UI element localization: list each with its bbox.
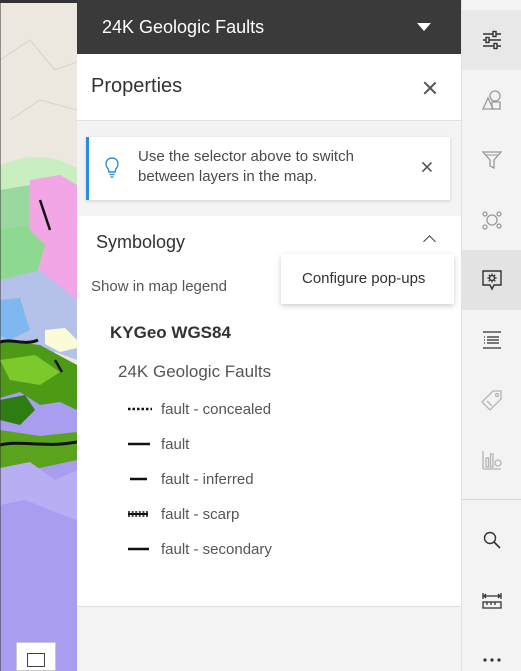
legend-item-label: fault - scarp xyxy=(161,506,240,523)
sliders-icon xyxy=(483,30,501,50)
dismiss-notice-button[interactable] xyxy=(421,161,434,174)
layer-properties-panel: 24K Geologic Faults Properties Use the s… xyxy=(77,0,461,671)
solid-line-icon xyxy=(128,442,150,446)
service-name: KYGeo WGS84 xyxy=(110,323,231,342)
legend-item: fault xyxy=(127,435,427,455)
panel-footer xyxy=(77,606,461,671)
cluster-icon xyxy=(482,211,502,230)
lightbulb-icon xyxy=(105,157,119,178)
charts-tool-button[interactable] xyxy=(462,430,521,490)
properties-header: Properties xyxy=(77,54,461,121)
symbology-title: Symbology xyxy=(96,232,186,252)
chart-gear-icon xyxy=(482,451,502,470)
shapes-icon xyxy=(481,90,501,110)
labels-tool-button[interactable] xyxy=(462,370,521,430)
legend-item: fault - concealed xyxy=(127,400,427,420)
legend-item-label: fault xyxy=(161,436,190,453)
solid-line-icon xyxy=(130,477,147,481)
measure-icon xyxy=(482,593,502,609)
notice-message: Use the selector above to switch between… xyxy=(138,148,354,185)
layer-selector[interactable]: 24K Geologic Faults xyxy=(77,0,461,54)
filter-tool-button[interactable] xyxy=(462,130,521,190)
close-panel-button[interactable] xyxy=(422,80,438,96)
map-view[interactable] xyxy=(0,0,77,671)
hatched-line-icon xyxy=(128,511,148,517)
toolbar-divider xyxy=(462,499,521,500)
configure-popups-tool-button[interactable] xyxy=(462,250,521,310)
clustering-tool-button[interactable] xyxy=(462,190,521,250)
popup-gear-icon xyxy=(482,270,502,291)
dotted-line-icon xyxy=(128,407,152,411)
filter-icon xyxy=(481,151,503,170)
properties-tool-button[interactable] xyxy=(462,10,521,70)
label-tag-icon xyxy=(481,390,502,411)
fields-list-icon xyxy=(483,331,501,349)
info-notice: Use the selector above to switch between… xyxy=(86,137,450,200)
legend-item-label: fault - secondary xyxy=(161,541,272,558)
search-icon xyxy=(483,531,501,549)
measure-tool-button[interactable] xyxy=(462,570,521,630)
map-canvas xyxy=(0,0,77,671)
show-in-legend-label[interactable]: Show in map legend xyxy=(91,278,227,295)
settings-toolbar xyxy=(461,0,521,671)
layer-selector-title: 24K Geologic Faults xyxy=(102,16,265,37)
map-extent-button[interactable] xyxy=(16,642,56,671)
legend-item-label: fault - concealed xyxy=(161,401,272,418)
legend-item: fault - scarp xyxy=(127,505,427,525)
ellipsis-icon xyxy=(483,658,501,662)
more-tool-button[interactable] xyxy=(462,630,521,671)
chevron-down-icon xyxy=(417,23,431,31)
legend-item-label: fault - inferred xyxy=(161,471,254,488)
search-tool-button[interactable] xyxy=(462,510,521,570)
legend-item: fault - inferred xyxy=(127,470,427,490)
legend-layer-name: 24K Geologic Faults xyxy=(118,362,272,381)
extent-square-icon xyxy=(27,653,45,667)
solid-line-icon xyxy=(128,547,149,551)
notice-accent-bar xyxy=(86,137,89,200)
fields-tool-button[interactable] xyxy=(462,310,521,370)
legend-item: fault - secondary xyxy=(127,540,427,560)
chevron-up-icon[interactable] xyxy=(423,235,436,248)
styles-tool-button[interactable] xyxy=(462,70,521,130)
tooltip-text: Configure pop-ups xyxy=(302,270,426,287)
configure-popups-tooltip: Configure pop-ups xyxy=(281,254,454,304)
properties-title: Properties xyxy=(91,75,183,97)
